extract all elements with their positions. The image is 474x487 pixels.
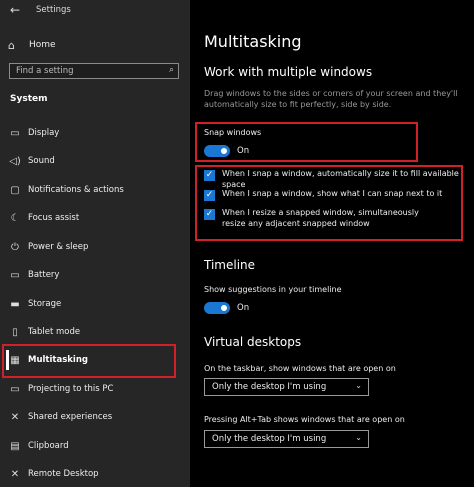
- home-label: Home: [29, 40, 56, 50]
- sidebar-item-power-sleep[interactable]: ⏻ Power & sleep: [8, 238, 183, 256]
- sidebar-item-battery[interactable]: ▭ Battery: [8, 266, 183, 284]
- sidebar-item-display[interactable]: ▭ Display: [8, 124, 183, 142]
- search-input[interactable]: Find a setting ⌕: [9, 63, 179, 79]
- app-title: Settings: [36, 5, 71, 15]
- sidebar-item-remote-desktop[interactable]: ✕ Remote Desktop: [8, 465, 183, 483]
- back-arrow-icon[interactable]: ←: [10, 3, 20, 17]
- remote-desktop-icon: ✕: [10, 468, 20, 480]
- timeline-label: Show suggestions in your timeline: [204, 285, 342, 294]
- sidebar-item-label: Tablet mode: [28, 327, 81, 337]
- sidebar-item-storage[interactable]: ▬ Storage: [8, 295, 183, 313]
- taskbar-label: On the taskbar, show windows that are op…: [204, 364, 396, 373]
- sidebar-item-label: Sound: [28, 156, 55, 166]
- highlight-box-snap-windows: [195, 122, 418, 162]
- main-content: Multitasking Work with multiple windows …: [190, 0, 474, 487]
- notification-icon: ▢: [10, 184, 20, 196]
- speaker-icon: ◁): [9, 155, 21, 167]
- sidebar-item-label: Display: [28, 128, 60, 138]
- alttab-label: Pressing Alt+Tab shows windows that are …: [204, 415, 405, 424]
- sidebar-item-label: Projecting to this PC: [28, 384, 114, 394]
- timeline-heading: Timeline: [204, 258, 256, 272]
- sidebar-item-label: Clipboard: [28, 441, 69, 451]
- sidebar-item-label: Focus assist: [28, 213, 80, 223]
- sidebar-item-clipboard[interactable]: ▤ Clipboard: [8, 437, 183, 455]
- section-label-system: System: [10, 94, 48, 104]
- sidebar-item-tablet-mode[interactable]: ▯ Tablet mode: [8, 323, 183, 341]
- sidebar-item-label: Remote Desktop: [28, 469, 99, 479]
- tablet-icon: ▯: [12, 326, 18, 338]
- virtual-desktops-heading: Virtual desktops: [204, 335, 302, 349]
- title-bar: ← Settings: [0, 0, 190, 22]
- storage-icon: ▬: [10, 298, 20, 310]
- battery-icon: ▭: [10, 269, 20, 281]
- sidebar-item-shared-experiences[interactable]: ✕ Shared experiences: [8, 408, 183, 426]
- sidebar-item-label: Storage: [28, 299, 62, 309]
- sidebar-item-label: Notifications & actions: [28, 185, 124, 195]
- select-value: Only the desktop I'm using: [212, 434, 327, 444]
- search-placeholder: Find a setting: [16, 66, 74, 76]
- display-icon: ▭: [10, 127, 20, 139]
- sidebar-item-label: Shared experiences: [28, 412, 113, 422]
- alttab-desktop-select[interactable]: Only the desktop I'm using ⌄: [204, 430, 369, 448]
- highlight-box-snap-options: [195, 165, 463, 241]
- sidebar-item-label: Battery: [28, 270, 60, 280]
- work-description: Drag windows to the sides or corners of …: [204, 89, 458, 109]
- sidebar: ← Settings ⌂ Home Find a setting ⌕ Syste…: [0, 0, 190, 487]
- sidebar-item-projecting[interactable]: ▭ Projecting to this PC: [8, 380, 183, 398]
- home-nav-item[interactable]: ⌂ Home: [8, 37, 183, 53]
- power-icon: ⏻: [11, 241, 19, 253]
- sidebar-item-focus-assist[interactable]: ☾ Focus assist: [8, 209, 183, 227]
- timeline-state: On: [237, 303, 250, 313]
- chevron-down-icon: ⌄: [355, 433, 362, 442]
- clipboard-icon: ▤: [10, 440, 20, 452]
- toggle-knob: [221, 305, 227, 311]
- sidebar-item-notifications[interactable]: ▢ Notifications & actions: [8, 181, 183, 199]
- timeline-toggle[interactable]: [204, 302, 230, 314]
- select-value: Only the desktop I'm using: [212, 382, 327, 392]
- page-title: Multitasking: [204, 32, 302, 51]
- projector-icon: ▭: [10, 383, 20, 395]
- highlight-box-multitasking: [2, 344, 176, 378]
- taskbar-desktop-select[interactable]: Only the desktop I'm using ⌄: [204, 378, 369, 396]
- sidebar-item-label: Power & sleep: [28, 242, 89, 252]
- work-heading: Work with multiple windows: [204, 65, 373, 79]
- moon-icon: ☾: [10, 212, 20, 224]
- chevron-down-icon: ⌄: [355, 381, 362, 390]
- shared-experiences-icon: ✕: [10, 411, 20, 423]
- search-icon[interactable]: ⌕: [169, 65, 174, 75]
- home-icon: ⌂: [8, 38, 15, 52]
- sidebar-item-sound[interactable]: ◁) Sound: [8, 152, 183, 170]
